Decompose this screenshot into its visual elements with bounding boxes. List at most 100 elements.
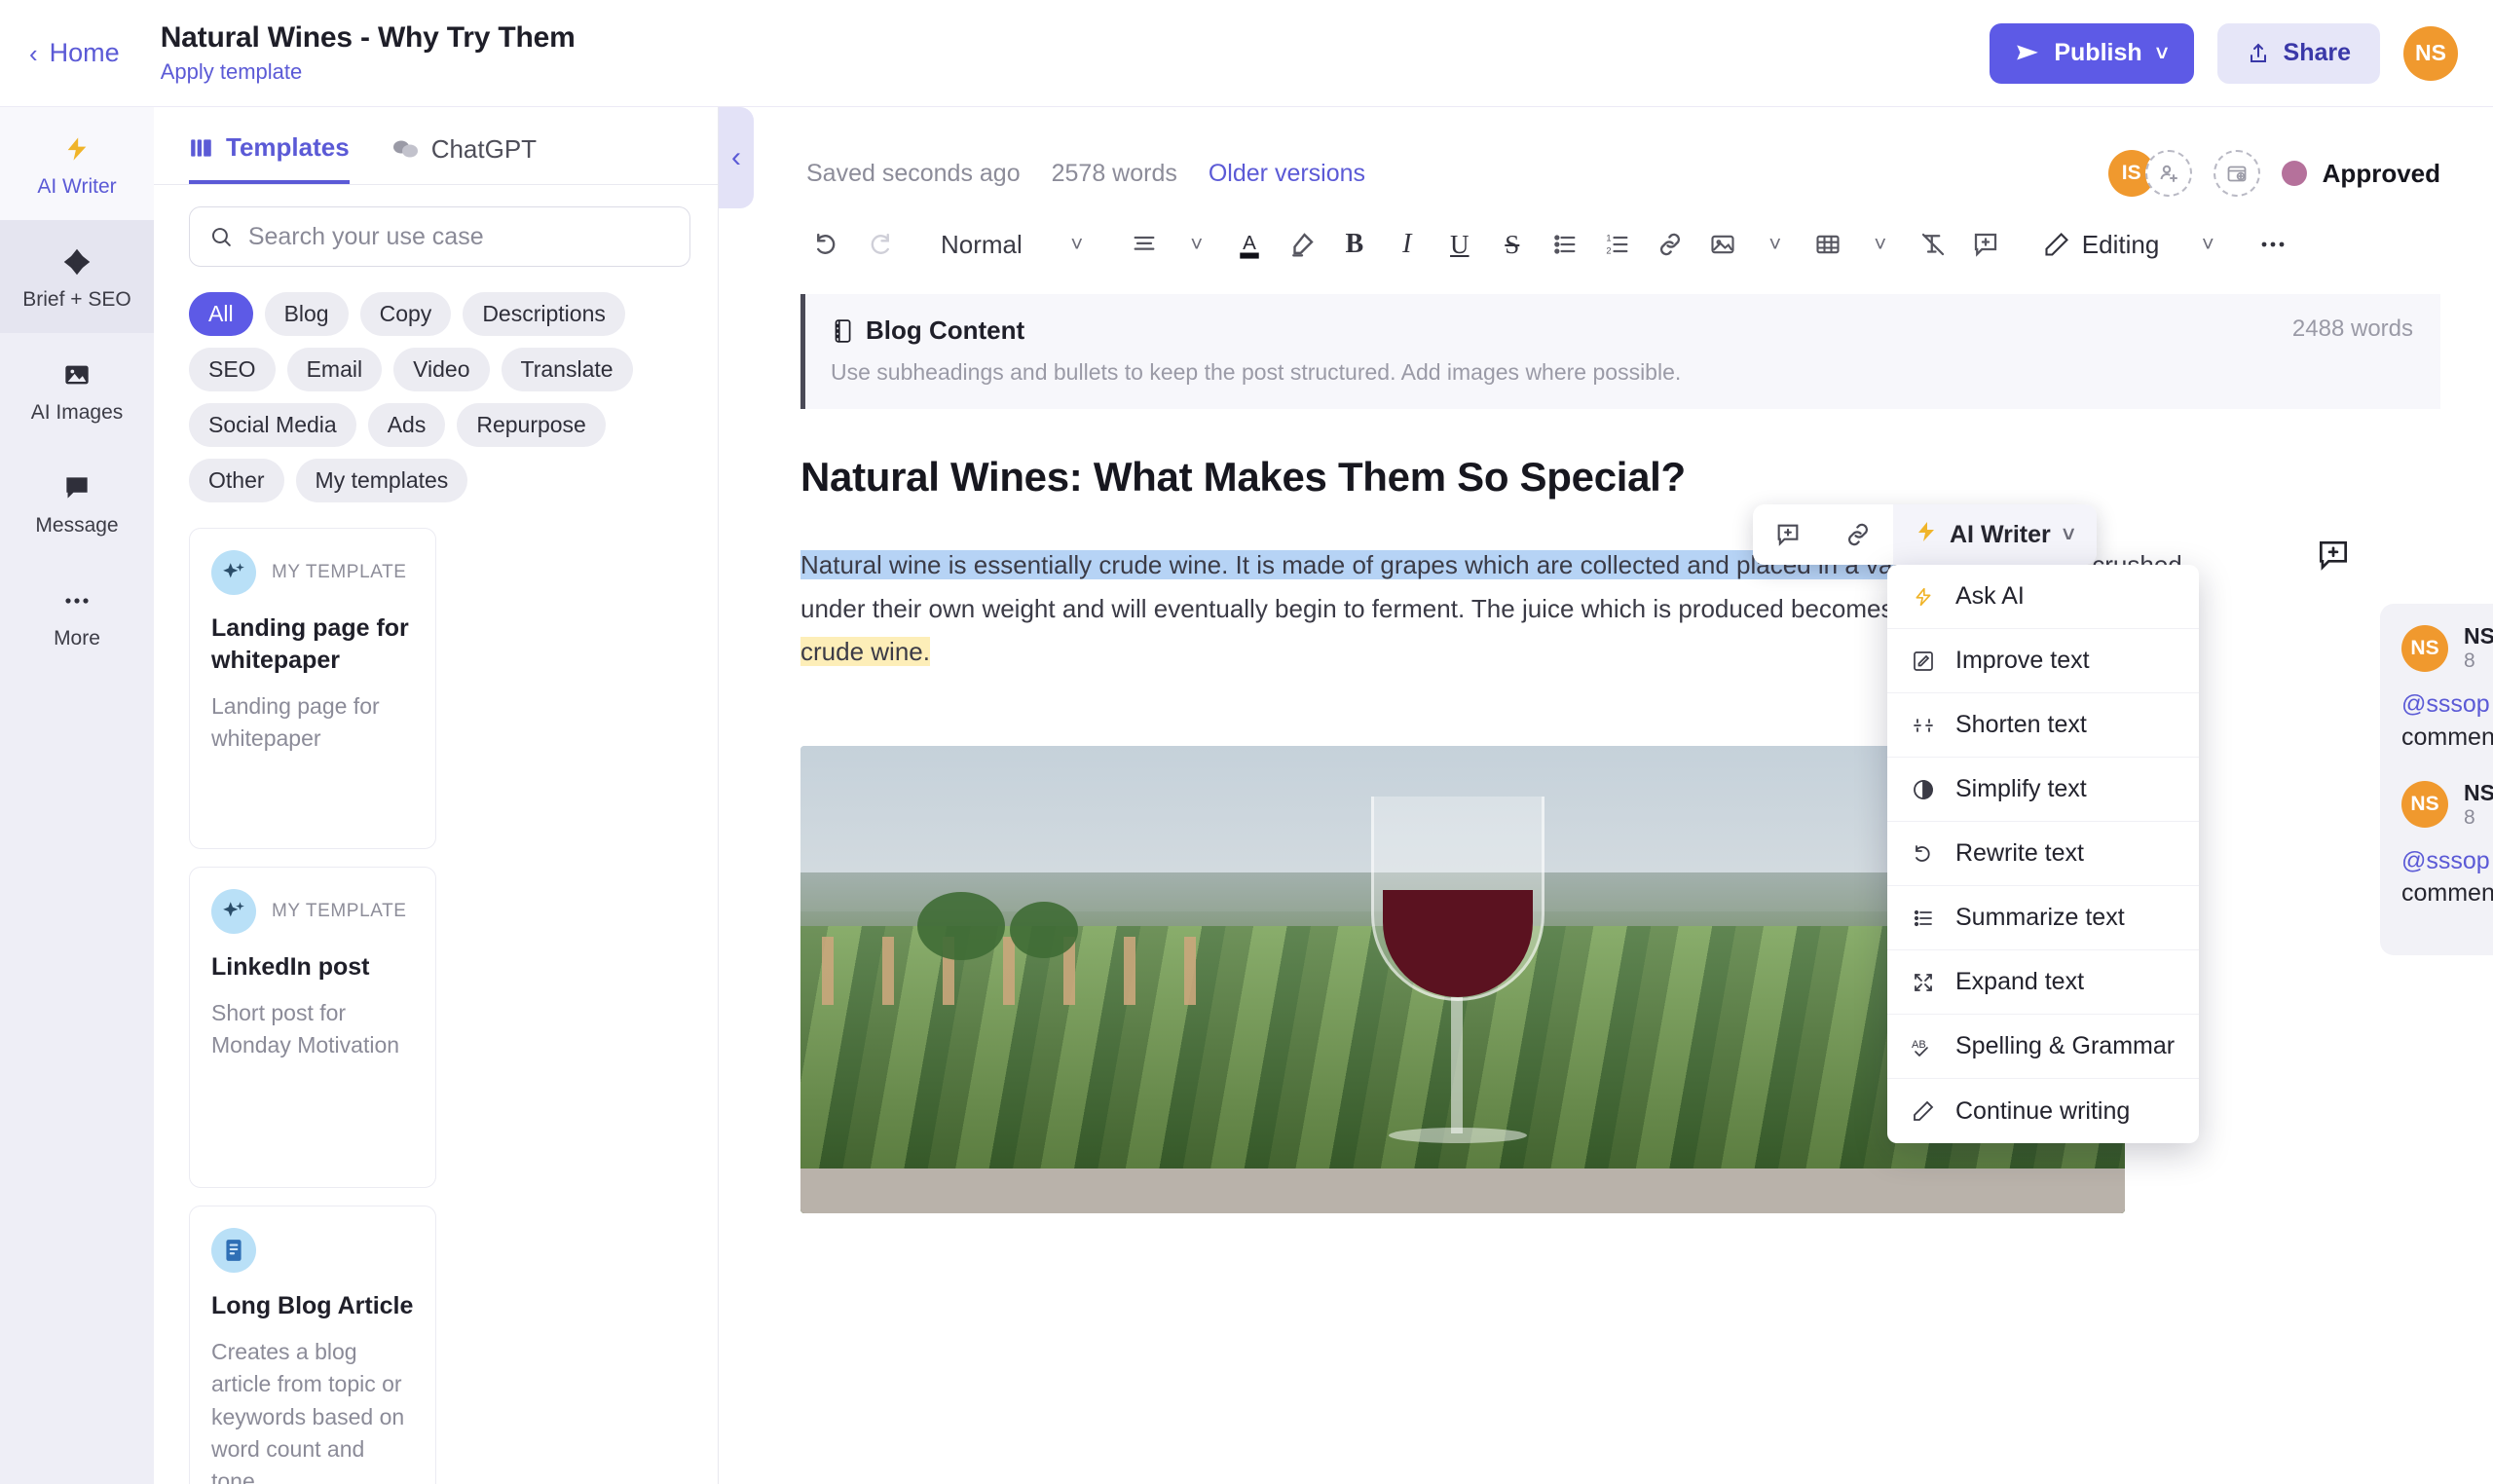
share-button[interactable]: Share: [2216, 22, 2380, 84]
banner-subtitle: Use subheadings and bullets to keep the …: [831, 359, 1682, 385]
comment-item[interactable]: NS NS 8 @sssop commen: [2401, 623, 2493, 755]
document-body[interactable]: Natural Wines: What Makes Them So Specia…: [719, 454, 2493, 1214]
chip-ads[interactable]: Ads: [367, 403, 446, 447]
template-card[interactable]: MY TEMPLATE LinkedIn post Short post for…: [189, 867, 436, 1188]
chip-video[interactable]: Video: [393, 348, 490, 391]
link-button[interactable]: [1644, 218, 1696, 271]
editing-mode-button[interactable]: Editing: [2033, 230, 2170, 260]
table-chevron[interactable]: ˅: [1854, 218, 1907, 271]
menu-label: Continue writing: [1955, 1096, 2131, 1125]
strikethrough-icon: S: [1505, 229, 1520, 259]
apply-template-link[interactable]: Apply template: [161, 59, 576, 85]
italic-button[interactable]: I: [1381, 218, 1433, 271]
bold-button[interactable]: B: [1328, 218, 1381, 271]
menu-label: Ask AI: [1955, 582, 2025, 610]
comment-meta: NS 8: [2464, 780, 2493, 830]
rail-item-more[interactable]: More: [0, 559, 154, 672]
rail-item-ai-images[interactable]: AI Images: [0, 333, 154, 446]
numbered-list-button[interactable]: 12: [1591, 218, 1644, 271]
search-box[interactable]: [189, 206, 690, 267]
comment-mention[interactable]: @sssop: [2401, 847, 2490, 874]
font-color-button[interactable]: A: [1223, 218, 1276, 271]
collaborators: IS: [2107, 150, 2192, 197]
chip-copy[interactable]: Copy: [359, 292, 452, 336]
menu-item-continue-writing[interactable]: Continue writing: [1887, 1079, 2199, 1143]
menu-item-improve-text[interactable]: Improve text: [1887, 629, 2199, 693]
editing-mode-label: Editing: [2081, 229, 2160, 259]
bubble-add-comment-button[interactable]: [1753, 504, 1823, 565]
chip-social-media[interactable]: Social Media: [189, 403, 356, 447]
add-comment-icon: [2319, 540, 2348, 571]
chip-my-templates[interactable]: My templates: [295, 459, 468, 502]
rail-item-brief-seo[interactable]: Brief + SEO: [0, 220, 154, 333]
image-tree: [917, 892, 1005, 961]
comment-mention[interactable]: @sssop: [2401, 690, 2490, 718]
menu-item-simplify-text[interactable]: Simplify text: [1887, 758, 2199, 822]
rail-item-ai-writer[interactable]: AI Writer: [0, 107, 154, 220]
menu-item-shorten-text[interactable]: Shorten text: [1887, 693, 2199, 758]
chip-seo[interactable]: SEO: [189, 348, 276, 391]
more-options-button[interactable]: [2247, 218, 2299, 271]
expand-icon: [1909, 971, 1938, 994]
strikethrough-button[interactable]: S: [1486, 218, 1539, 271]
align-chevron[interactable]: ˅: [1171, 218, 1223, 271]
template-card[interactable]: MY TEMPLATE Landing page for whitepaper …: [189, 528, 436, 849]
chip-repurpose[interactable]: Repurpose: [457, 403, 606, 447]
menu-item-summarize-text[interactable]: Summarize text: [1887, 886, 2199, 950]
chip-descriptions[interactable]: Descriptions: [463, 292, 625, 336]
chat-bubbles-icon: [392, 140, 418, 157]
link-icon: [1848, 523, 1868, 546]
document-title-group: Natural Wines - Why Try Them Apply templ…: [161, 21, 576, 85]
underline-button[interactable]: U: [1433, 218, 1486, 271]
align-button[interactable]: [1118, 218, 1171, 271]
publish-button[interactable]: Publish ˅: [1990, 22, 2194, 84]
chip-translate[interactable]: Translate: [501, 348, 633, 391]
schedule-button[interactable]: [2213, 150, 2260, 197]
comment-meta: NS 8: [2464, 623, 2493, 673]
insert-table-button[interactable]: [1802, 218, 1854, 271]
menu-item-ask-ai[interactable]: Ask AI: [1887, 565, 2199, 629]
tab-templates[interactable]: Templates: [189, 132, 350, 184]
margin-add-comment-button[interactable]: [2312, 534, 2355, 576]
comment-item[interactable]: NS NS 8 @sssop commen: [2401, 780, 2493, 911]
status-badge[interactable]: Approved: [2281, 159, 2440, 189]
bubble-link-button[interactable]: [1823, 504, 1893, 565]
editing-mode-chevron[interactable]: ˅: [2169, 218, 2247, 271]
add-comment-button[interactable]: [1959, 218, 2012, 271]
redo-button[interactable]: [853, 218, 906, 271]
tab-chatgpt[interactable]: ChatGPT: [392, 132, 537, 184]
menu-item-rewrite-text[interactable]: Rewrite text: [1887, 822, 2199, 886]
rail-item-message[interactable]: Message: [0, 446, 154, 559]
menu-label: Summarize text: [1955, 904, 2125, 931]
underline-icon: U: [1450, 229, 1470, 259]
bullet-list-button[interactable]: [1539, 218, 1591, 271]
insert-image-button[interactable]: [1696, 218, 1749, 271]
image-chevron[interactable]: ˅: [1749, 218, 1802, 271]
ai-writer-button[interactable]: AI Writer ˅: [1893, 504, 2097, 565]
older-versions-link[interactable]: Older versions: [1209, 160, 1365, 188]
avatar[interactable]: NS: [2403, 25, 2458, 81]
highlight-button[interactable]: [1276, 218, 1328, 271]
image-icon: [62, 358, 92, 391]
home-back-link[interactable]: ‹ Home: [29, 38, 120, 68]
chevron-down-icon: ˅: [1874, 232, 1887, 256]
text-style-chevron[interactable]: ˅: [1036, 218, 1118, 271]
collapse-panel-button[interactable]: ‹: [719, 107, 754, 208]
chip-other[interactable]: Other: [189, 459, 284, 502]
chip-all[interactable]: All: [189, 292, 253, 336]
undo-button[interactable]: [800, 218, 853, 271]
clear-formatting-button[interactable]: [1907, 218, 1959, 271]
add-collaborator-button[interactable]: [2144, 150, 2192, 197]
text-style-select[interactable]: Normal: [927, 218, 1036, 271]
chip-email[interactable]: Email: [286, 348, 383, 391]
comment-header: NS NS 8: [2401, 623, 2493, 673]
template-card[interactable]: Long Blog Article Creates a blog article…: [189, 1206, 436, 1484]
templates-panel: Templates ChatGPT All Blog Copy: [154, 107, 719, 1484]
chip-blog[interactable]: Blog: [264, 292, 349, 336]
comment-author: NS: [2464, 779, 2493, 805]
menu-item-spelling-grammar[interactable]: AB Spelling & Grammar: [1887, 1015, 2199, 1079]
menu-item-expand-text[interactable]: Expand text: [1887, 950, 2199, 1015]
status-dot: [2281, 161, 2307, 186]
search-input[interactable]: [247, 222, 670, 251]
editor-status-bar: Saved seconds ago 2578 words Older versi…: [719, 107, 2493, 197]
